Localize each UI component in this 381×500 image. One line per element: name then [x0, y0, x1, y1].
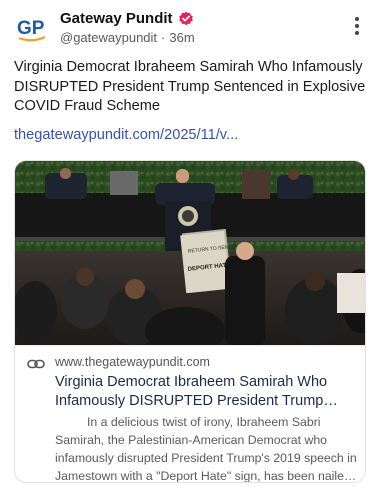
link-description: In a delicious twist of irony, Ibraheem … [55, 415, 357, 483]
link-preview-image[interactable]: RETURN TO SENDER DEPORT HATE [15, 161, 365, 345]
post-time: 36m [169, 30, 195, 45]
author-handle[interactable]: @gatewaypundit [60, 30, 157, 45]
link-preview-body[interactable]: www.thegatewaypundit.com Virginia Democr… [15, 345, 365, 483]
author-display-name[interactable]: Gateway Pundit [60, 10, 173, 27]
link-domain: www.thegatewaypundit.com [55, 355, 210, 369]
link-preview-card[interactable]: RETURN TO SENDER DEPORT HATE www.thegate… [14, 160, 366, 483]
avatar-text: GP [17, 18, 45, 39]
more-options-button[interactable] [349, 15, 365, 37]
gateway-pundit-logo-icon: GP [14, 10, 50, 46]
more-vertical-icon [355, 17, 359, 21]
avatar[interactable]: GP [14, 10, 50, 46]
meta-separator: · [161, 30, 166, 45]
post-link[interactable]: thegatewaypundit.com/2025/11/v... [14, 127, 238, 143]
author-meta: @gatewaypundit · 36m [60, 30, 195, 45]
link-title[interactable]: Virginia Democrat Ibraheem Samirah Who I… [55, 373, 361, 411]
link-chain-icon [27, 359, 45, 369]
author-name-row: Gateway Pundit [60, 10, 194, 27]
post-text: Virginia Democrat Ibraheem Samirah Who I… [14, 59, 366, 114]
verified-badge-icon [178, 11, 193, 25]
post-header: GP Gateway Pundit @gatewaypundit · 36m [14, 7, 367, 47]
event-photo: RETURN TO SENDER DEPORT HATE [15, 161, 365, 345]
